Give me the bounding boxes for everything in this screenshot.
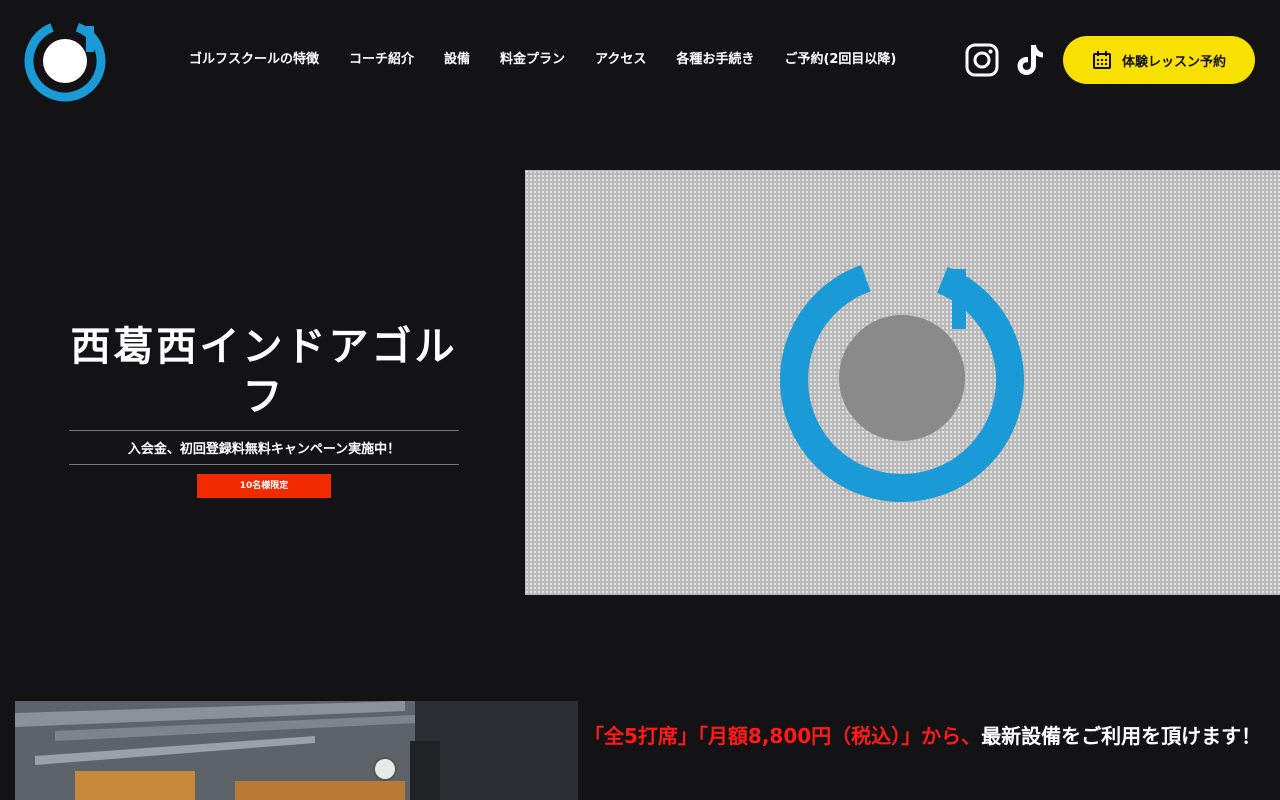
- instagram-icon[interactable]: [965, 43, 999, 77]
- nav-pricing[interactable]: 料金プラン: [500, 50, 565, 70]
- trial-lesson-label: 体験レッスン予約: [1121, 54, 1226, 70]
- promo-highlight: 「全5打席」「月額8,800円（税込）」から、: [584, 724, 982, 748]
- brand-logo-large: [780, 258, 1024, 502]
- nav-procedures[interactable]: 各種お手続き: [676, 50, 754, 70]
- nav-features[interactable]: ゴルフスクールの特徴: [189, 50, 319, 70]
- nav-coaches[interactable]: コーチ紹介: [349, 50, 414, 70]
- nav-facilities[interactable]: 設備: [444, 50, 470, 70]
- brand-logo[interactable]: [24, 20, 106, 102]
- main-nav: ゴルフスクールの特徴 コーチ紹介 設備 料金プラン アクセス 各種お手続き ご予…: [174, 50, 911, 70]
- nav-access[interactable]: アクセス: [595, 50, 646, 70]
- hero-video-placeholder[interactable]: [525, 170, 1280, 595]
- promo-text: 「全5打席」「月額8,800円（税込）」から、最新設備をご利用を頂けます！: [584, 716, 1274, 756]
- hero-title: 西葛西インドアゴルフ: [70, 323, 458, 420]
- calendar-icon: [1092, 51, 1111, 69]
- hero-subtitle: 入会金、初回登録料無料キャンペーン実施中！: [127, 442, 401, 457]
- nav-reservation[interactable]: ご予約(2回目以降): [784, 50, 896, 70]
- hero-text: 西葛西インドアゴルフ 入会金、初回登録料無料キャンペーン実施中！ 10名様限定: [64, 322, 464, 498]
- tiktok-icon[interactable]: [1014, 43, 1046, 77]
- site-header: ゴルフスクールの特徴 コーチ紹介 設備 料金プラン アクセス 各種お手続き ご予…: [0, 0, 1280, 120]
- hero-subtitle-box: 入会金、初回登録料無料キャンペーン実施中！: [69, 430, 459, 465]
- limited-badge: 10名様限定: [197, 474, 331, 498]
- facility-photo: [15, 701, 578, 800]
- promo-body: 最新設備をご利用を頂けます！: [981, 724, 1262, 748]
- trial-lesson-button[interactable]: 体験レッスン予約: [1063, 36, 1255, 84]
